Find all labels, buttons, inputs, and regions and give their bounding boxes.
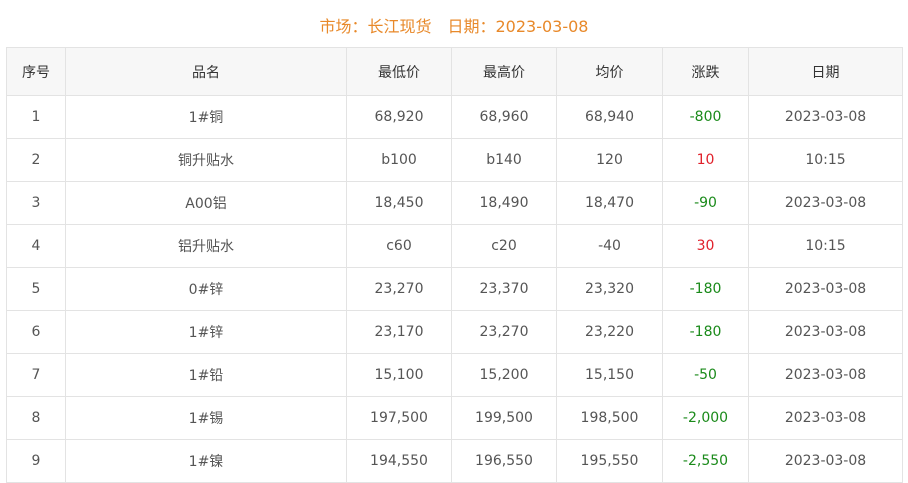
cell-no: 2 [6, 138, 66, 182]
cell-avg: 23,220 [556, 310, 663, 354]
cell-date: 10:15 [748, 138, 903, 182]
table-header-row: 序号 品名 最低价 最高价 均价 涨跌 日期 [6, 47, 903, 96]
cell-no: 1 [6, 95, 66, 139]
cell-high: 23,370 [451, 267, 557, 311]
cell-date: 2023-03-08 [748, 396, 903, 440]
cell-name: 铝升贴水 [65, 224, 347, 268]
cell-high: 23,270 [451, 310, 557, 354]
cell-low: 194,550 [346, 439, 452, 483]
cell-change: -2,000 [662, 396, 749, 440]
cell-change: -2,550 [662, 439, 749, 483]
cell-low: 23,270 [346, 267, 452, 311]
column-header-high: 最高价 [451, 47, 557, 96]
table-row: 6 1#锌 23,170 23,270 23,220 -180 2023-03-… [6, 310, 903, 354]
cell-low: 23,170 [346, 310, 452, 354]
column-header-change: 涨跌 [662, 47, 749, 96]
column-header-date: 日期 [748, 47, 903, 96]
table-row: 5 0#锌 23,270 23,370 23,320 -180 2023-03-… [6, 267, 903, 311]
table-row: 3 A00铝 18,450 18,490 18,470 -90 2023-03-… [6, 181, 903, 225]
cell-name: 铜升贴水 [65, 138, 347, 182]
table-row: 7 1#铅 15,100 15,200 15,150 -50 2023-03-0… [6, 353, 903, 397]
cell-no: 9 [6, 439, 66, 483]
cell-change: -50 [662, 353, 749, 397]
cell-high: b140 [451, 138, 557, 182]
page-title: 市场：长江现货 日期：2023-03-08 [0, 0, 908, 48]
cell-no: 5 [6, 267, 66, 311]
table-row: 8 1#锡 197,500 199,500 198,500 -2,000 202… [6, 396, 903, 440]
page: 市场：长江现货 日期：2023-03-08 序号 品名 最低价 最高价 均价 涨跌… [0, 0, 908, 483]
cell-date: 10:15 [748, 224, 903, 268]
cell-no: 7 [6, 353, 66, 397]
market-label: 市场：长江现货 [319, 17, 432, 36]
cell-change: 10 [662, 138, 749, 182]
cell-avg: 195,550 [556, 439, 663, 483]
cell-avg: 120 [556, 138, 663, 182]
cell-high: 18,490 [451, 181, 557, 225]
table-row: 1 1#铜 68,920 68,960 68,940 -800 2023-03-… [6, 95, 903, 139]
table-row: 2 铜升贴水 b100 b140 120 10 10:15 [6, 138, 903, 182]
table-row: 9 1#镍 194,550 196,550 195,550 -2,550 202… [6, 439, 903, 483]
column-header-avg: 均价 [556, 47, 663, 96]
cell-avg: 198,500 [556, 396, 663, 440]
date-label: 日期：2023-03-08 [447, 17, 589, 36]
cell-date: 2023-03-08 [748, 353, 903, 397]
cell-low: c60 [346, 224, 452, 268]
column-header-name: 品名 [65, 47, 347, 96]
cell-name: 1#铅 [65, 353, 347, 397]
column-header-no: 序号 [6, 47, 66, 96]
cell-avg: -40 [556, 224, 663, 268]
cell-low: 15,100 [346, 353, 452, 397]
cell-date: 2023-03-08 [748, 267, 903, 311]
cell-change: -90 [662, 181, 749, 225]
cell-low: 68,920 [346, 95, 452, 139]
cell-avg: 23,320 [556, 267, 663, 311]
cell-low: 18,450 [346, 181, 452, 225]
price-table: 序号 品名 最低价 最高价 均价 涨跌 日期 1 1#铜 68,920 68,9… [6, 47, 903, 483]
cell-change: -800 [662, 95, 749, 139]
cell-name: 1#锌 [65, 310, 347, 354]
cell-no: 3 [6, 181, 66, 225]
cell-high: 68,960 [451, 95, 557, 139]
cell-high: c20 [451, 224, 557, 268]
cell-avg: 68,940 [556, 95, 663, 139]
cell-date: 2023-03-08 [748, 95, 903, 139]
cell-avg: 15,150 [556, 353, 663, 397]
cell-name: A00铝 [65, 181, 347, 225]
cell-date: 2023-03-08 [748, 310, 903, 354]
cell-name: 1#镍 [65, 439, 347, 483]
cell-change: -180 [662, 310, 749, 354]
cell-no: 6 [6, 310, 66, 354]
cell-no: 4 [6, 224, 66, 268]
cell-date: 2023-03-08 [748, 439, 903, 483]
cell-name: 1#铜 [65, 95, 347, 139]
cell-change: -180 [662, 267, 749, 311]
cell-high: 199,500 [451, 396, 557, 440]
cell-avg: 18,470 [556, 181, 663, 225]
cell-no: 8 [6, 396, 66, 440]
column-header-low: 最低价 [346, 47, 452, 96]
cell-name: 1#锡 [65, 396, 347, 440]
cell-change: 30 [662, 224, 749, 268]
table-row: 4 铝升贴水 c60 c20 -40 30 10:15 [6, 224, 903, 268]
cell-high: 196,550 [451, 439, 557, 483]
cell-high: 15,200 [451, 353, 557, 397]
cell-low: 197,500 [346, 396, 452, 440]
cell-name: 0#锌 [65, 267, 347, 311]
cell-date: 2023-03-08 [748, 181, 903, 225]
cell-low: b100 [346, 138, 452, 182]
